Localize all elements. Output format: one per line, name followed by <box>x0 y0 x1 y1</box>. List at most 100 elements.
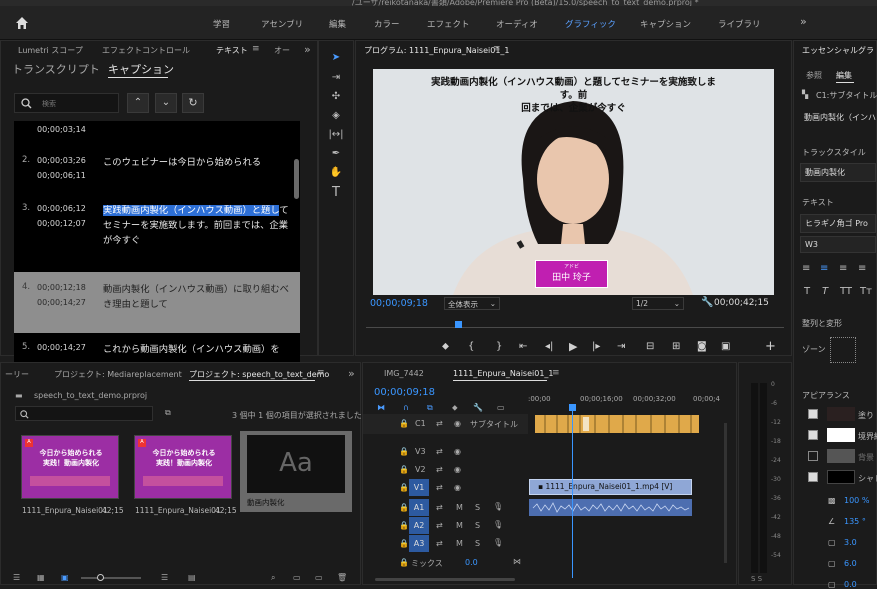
tab-effect-controls[interactable]: エフェクトコントロール <box>102 45 190 56</box>
italic-icon[interactable]: T <box>822 286 828 297</box>
sync-lock-icon[interactable]: ⇄ <box>436 521 443 530</box>
timeline-playhead[interactable] <box>572 406 574 578</box>
tab-audio[interactable]: オー <box>274 45 290 56</box>
zoom-slider[interactable] <box>81 577 141 579</box>
sync-lock-icon[interactable]: ⇄ <box>436 465 443 474</box>
all-caps-icon[interactable]: TT <box>840 286 852 297</box>
extract-icon[interactable]: ⊞ <box>672 341 680 352</box>
timeline-ruler[interactable]: :00;00 00;00;16;00 00;00;32;00 00;00;4 <box>528 393 725 407</box>
button-editor-icon[interactable]: + <box>765 339 776 354</box>
eye-icon[interactable]: ◉ <box>454 465 461 474</box>
panel-menu-icon[interactable]: ≡ <box>493 44 501 54</box>
program-scrub-bar[interactable] <box>366 321 784 333</box>
more-tabs-icon[interactable]: » <box>304 43 311 56</box>
quality-dropdown[interactable]: 1/2 ⌄ <box>632 297 684 310</box>
video-frame[interactable]: 実践動画内製化（インハウス動画）と題してセミナーを実施致します。前 回までは、企… <box>373 69 774 295</box>
lock-icon[interactable]: 🔒 <box>399 447 409 456</box>
video-clip-v1[interactable]: ▪ 1111_Enpura_Naisei01_1.mp4 [V] <box>529 479 692 495</box>
export-frame-icon[interactable]: ◙ <box>697 341 707 352</box>
workspace-tab[interactable]: キャプション <box>640 18 691 30</box>
nest-icon[interactable]: ⧓ <box>377 403 385 412</box>
list-view-icon[interactable]: ☰ <box>13 573 20 582</box>
new-item-icon[interactable]: ▭ <box>315 573 323 582</box>
align-left-icon[interactable]: ≡ <box>802 263 810 274</box>
workspace-tab[interactable]: アセンブリ <box>261 18 303 30</box>
align-right-icon[interactable]: ≡ <box>839 263 847 274</box>
caption-row-active[interactable]: 3. 00;00;06;12 00;00;12;07 実践動画内製化（インハウス… <box>14 203 300 251</box>
captions-icon[interactable]: ▭ <box>497 403 505 412</box>
tab-edit[interactable]: 編集 <box>836 70 852 81</box>
new-bin-icon[interactable]: ⧉ <box>165 408 171 418</box>
caption-clips[interactable] <box>535 415 699 433</box>
eye-icon[interactable]: ◉ <box>454 419 461 428</box>
pen-tool-icon[interactable]: ✒ <box>326 148 346 166</box>
workspace-tab[interactable]: ライブラリ <box>718 18 761 30</box>
program-timecode[interactable]: 00;00;09;18 <box>370 298 428 309</box>
track-target-a1[interactable]: A1 <box>409 499 429 516</box>
solo-icon[interactable]: S <box>475 503 480 512</box>
next-caption-button[interactable]: ⌄ <box>155 93 177 113</box>
go-to-out-icon[interactable]: ⇥ <box>617 341 625 352</box>
wrench-icon[interactable]: 🔧 <box>701 297 713 308</box>
panel-menu-icon[interactable]: ≡ <box>552 368 560 378</box>
lock-icon[interactable]: 🔒 <box>399 558 409 567</box>
tab-history[interactable]: ーリー <box>5 369 29 380</box>
shadow-size[interactable]: 6.0 <box>844 559 857 568</box>
track-target-a2[interactable]: A2 <box>409 517 429 534</box>
shadow-distance[interactable]: 3.0 <box>844 538 857 547</box>
new-bin-icon[interactable]: ▭ <box>293 573 301 582</box>
zoom-handle[interactable] <box>97 574 104 581</box>
fill-swatch[interactable] <box>827 407 855 421</box>
settings-wrench-icon[interactable]: 🔧 <box>473 403 483 412</box>
lock-icon[interactable]: 🔒 <box>399 419 409 428</box>
lock-icon[interactable]: 🔒 <box>399 503 409 512</box>
caption-row-selected[interactable]: 4. 00;00;12;18 00;00;14;27 動画内製化（インハウス動画… <box>14 272 300 333</box>
microphone-icon[interactable]: 🎙 <box>493 502 503 511</box>
audio-clip-a1[interactable] <box>529 499 692 516</box>
more-tabs-icon[interactable]: » <box>348 367 355 380</box>
lock-icon[interactable]: 🔒 <box>399 465 409 474</box>
workspace-tab[interactable]: カラー <box>374 18 400 30</box>
eye-icon[interactable]: ◉ <box>454 447 461 456</box>
lift-icon[interactable]: ⊟ <box>646 341 654 352</box>
shadow-opacity[interactable]: 100 % <box>844 496 869 505</box>
layer-text[interactable]: 動画内製化（インハ <box>800 109 876 126</box>
prev-caption-button[interactable]: ⌃ <box>127 93 149 113</box>
timeline-timecode[interactable]: 00;00;09;18 <box>374 387 435 398</box>
type-tool-icon[interactable]: T <box>326 185 346 203</box>
tab-captions[interactable]: キャプション <box>108 61 174 77</box>
slip-tool-icon[interactable]: |↔| <box>326 129 346 147</box>
selection-tool-icon[interactable]: ➤ <box>326 52 346 70</box>
razor-tool-icon[interactable]: ◈ <box>326 110 346 128</box>
project-item[interactable]: A 今日から始められる 実践！動画内製化 1111_Enpura_Naisei0… <box>134 435 237 515</box>
tab-project-speech-to-text[interactable]: プロジェクト: speech_to_text_demo <box>189 369 329 380</box>
align-center-icon[interactable]: ≡ <box>820 263 828 274</box>
sort-icon[interactable]: ☰ <box>161 573 168 582</box>
step-forward-icon[interactable]: |▸ <box>592 341 600 352</box>
sync-lock-icon[interactable]: ⇄ <box>436 483 443 492</box>
caption-search-input[interactable]: 検索 <box>14 93 119 113</box>
zone-grid[interactable] <box>830 337 856 363</box>
fit-dropdown[interactable]: 全体表示 ⌄ <box>444 297 500 310</box>
mute-icon[interactable]: M <box>456 503 463 512</box>
trash-icon[interactable]: 🗑 <box>337 573 347 582</box>
sync-lock-icon[interactable]: ⇄ <box>436 447 443 456</box>
caption-row[interactable]: 00;00;03;14 <box>14 125 300 145</box>
caption-text[interactable]: 動画内製化（インハウス動画）に取り組むべき理由と題して <box>103 282 293 312</box>
tab-transcript[interactable]: トランスクリプト <box>12 61 100 77</box>
solo-icon[interactable]: S <box>475 539 480 548</box>
linked-selection-icon[interactable]: ⧉ <box>427 403 433 413</box>
mark-in-icon[interactable]: { <box>468 341 474 352</box>
mix-end-icon[interactable]: ⋈ <box>513 557 521 566</box>
step-back-icon[interactable]: ◂| <box>545 341 553 352</box>
lock-icon[interactable]: 🔒 <box>399 539 409 548</box>
eye-icon[interactable]: ◉ <box>454 483 461 492</box>
mix-value[interactable]: 0.0 <box>465 558 478 567</box>
tab-project-mediareplacement[interactable]: プロジェクト: Mediareplacement <box>54 369 182 380</box>
home-icon[interactable] <box>14 15 30 31</box>
timeline-vertical-scrollbar[interactable] <box>723 423 728 563</box>
tab-browse[interactable]: 参照 <box>806 70 822 81</box>
tab-sequence-img[interactable]: IMG_7442 <box>384 369 424 378</box>
caption-text[interactable]: これから動画内製化（インハウス動画）を <box>103 342 293 357</box>
tab-text[interactable]: テキスト <box>216 45 248 56</box>
